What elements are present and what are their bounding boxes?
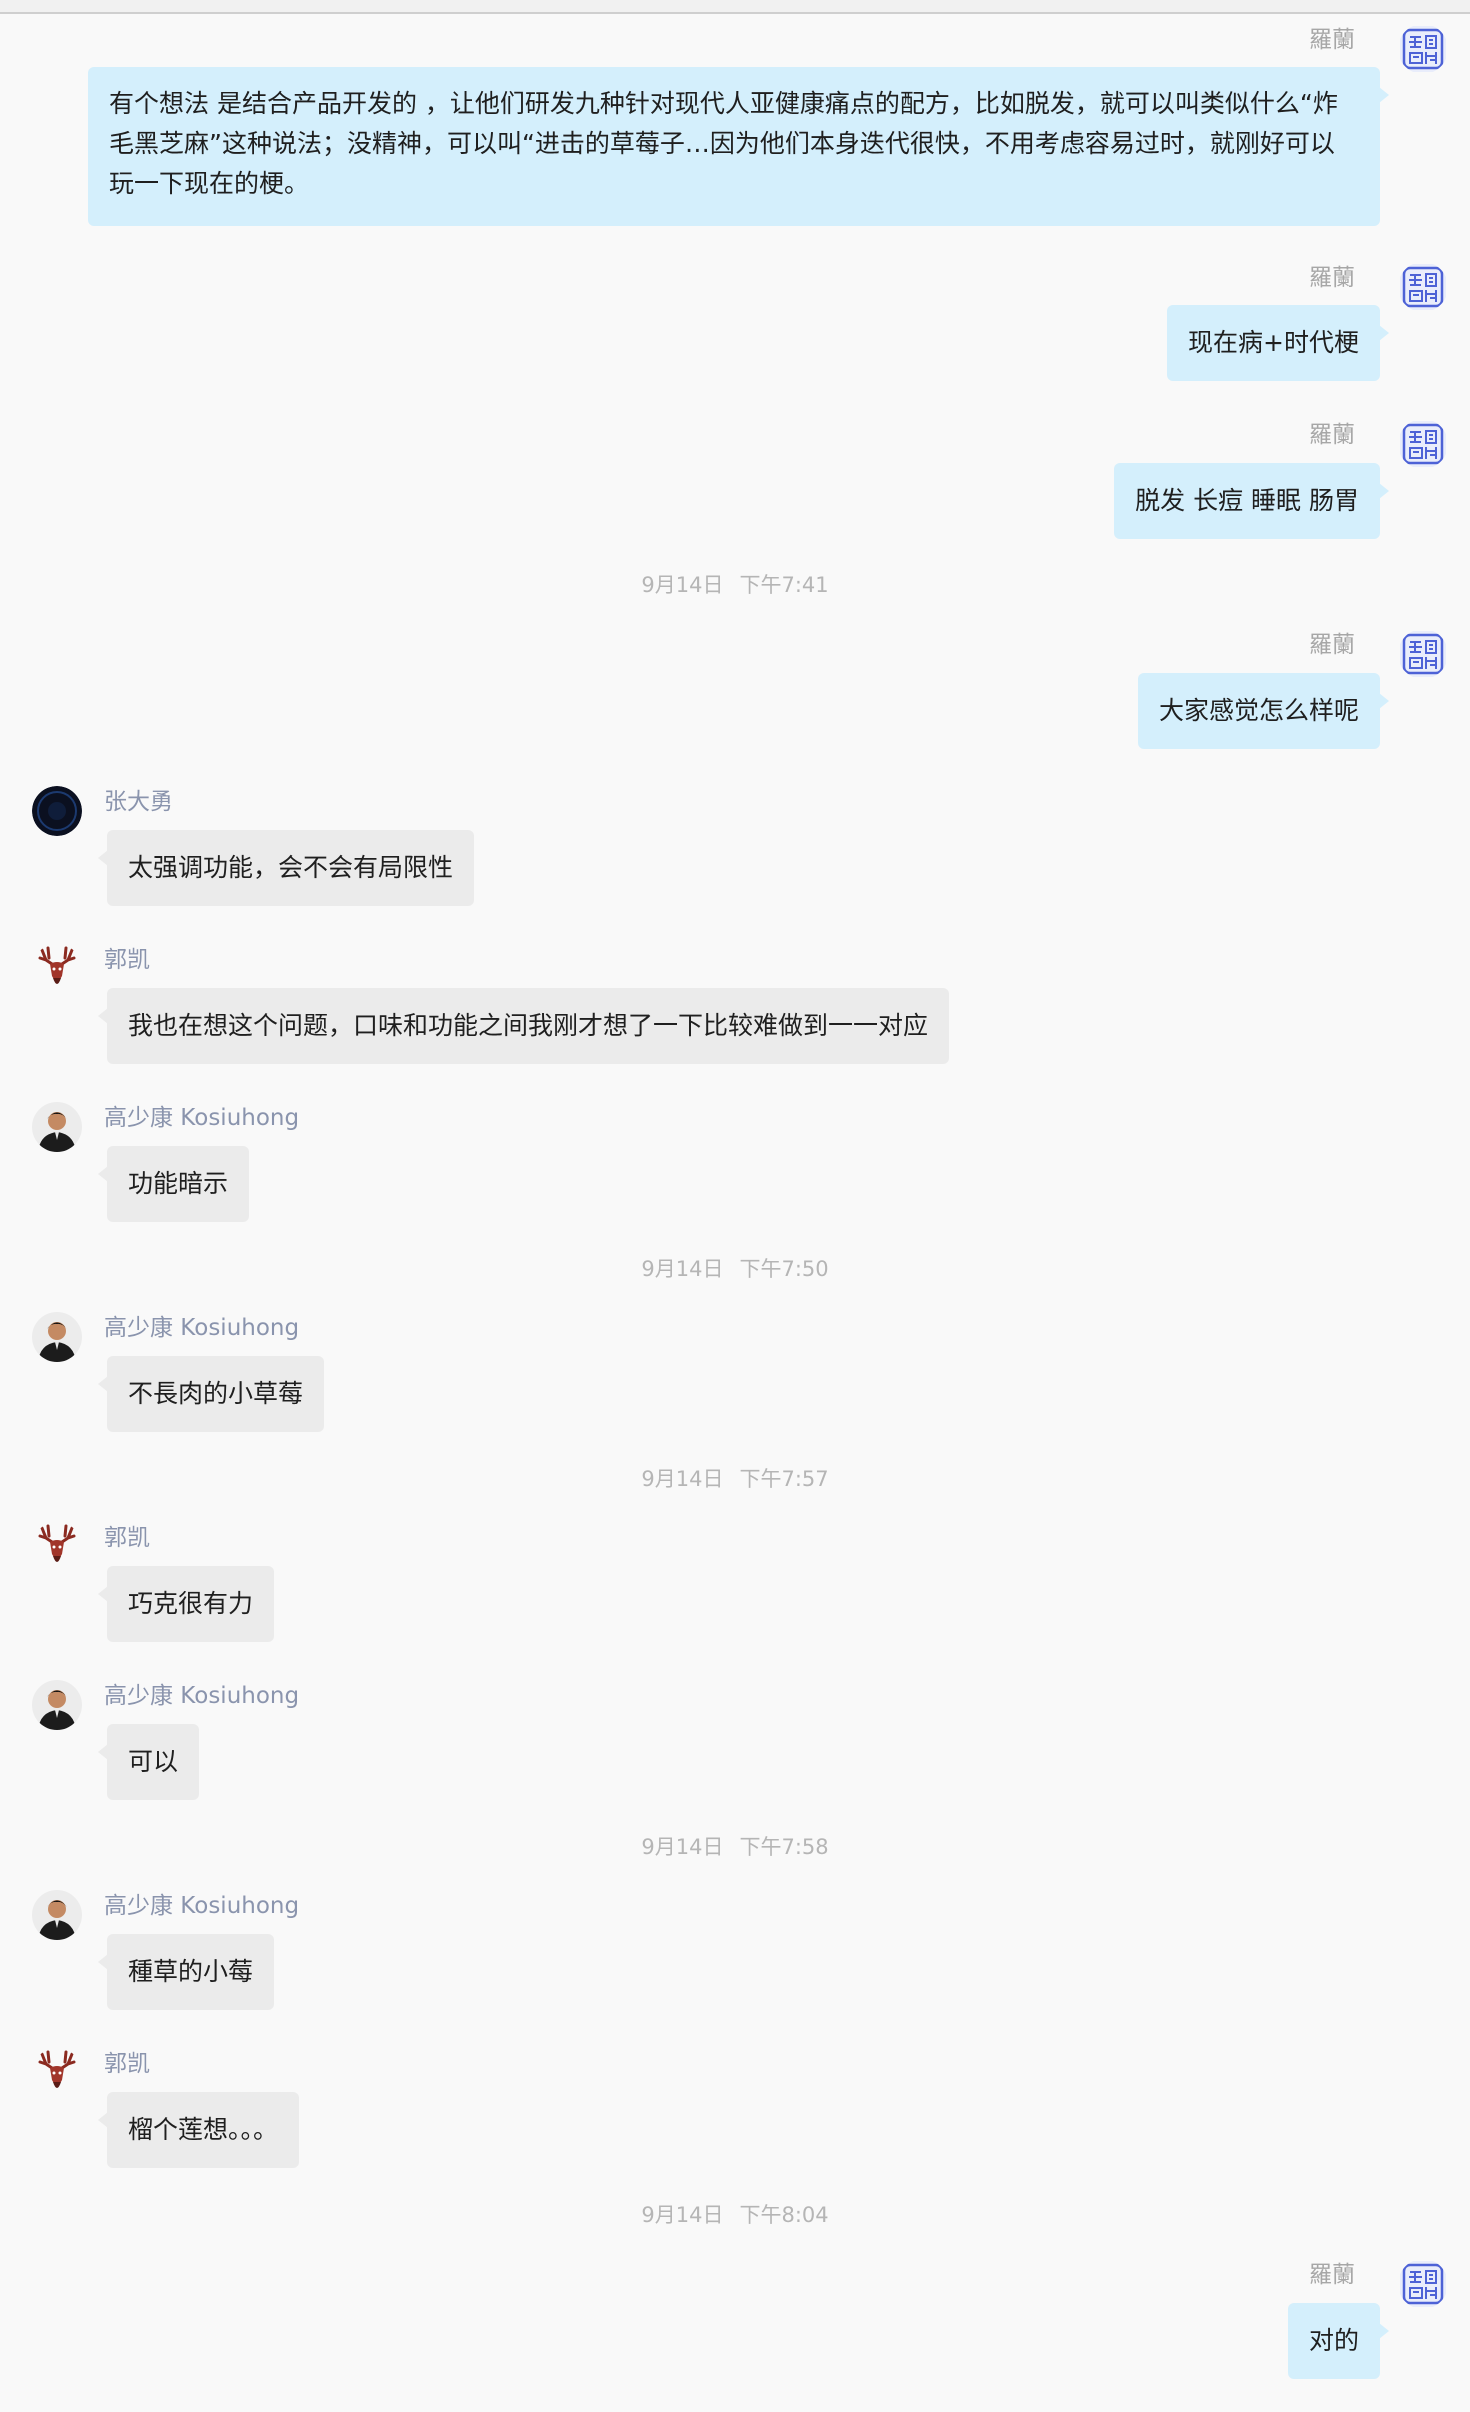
message-bubble[interactable]: 太强调功能，会不会有局限性 (97, 830, 475, 906)
message-bubble[interactable]: 有个想法 是结合产品开发的 ，让他们研发九种针对现代人亚健康痛点的配方，比如脱发… (88, 67, 1389, 226)
gao-avatar-icon[interactable] (32, 1890, 82, 1940)
message-bubble[interactable]: 不長肉的小草莓 (97, 1356, 325, 1432)
message-bubble[interactable]: 巧克很有力 (97, 1566, 275, 1642)
sender-name: 高少康 Kosiuhong (104, 1105, 300, 1131)
zhang-avatar-icon[interactable] (32, 786, 82, 836)
sender-name: 羅蘭 (1309, 27, 1355, 53)
sender-name: 郭凯 (104, 947, 150, 973)
sender-name: 张大勇 (104, 789, 173, 815)
self-avatar-icon[interactable] (1398, 24, 1448, 74)
timestamp: 9月14日 下午7:57 (641, 1467, 829, 1491)
gao-avatar-icon[interactable] (32, 1312, 82, 1362)
self-avatar-icon[interactable] (1398, 262, 1448, 312)
timestamp: 9月14日 下午8:04 (641, 2203, 829, 2227)
message-bubble[interactable]: 大家感觉怎么样呢 (1137, 673, 1390, 749)
message-bubble[interactable]: 功能暗示 (97, 1146, 250, 1222)
sender-name: 高少康 Kosiuhong (104, 1315, 300, 1341)
self-avatar-icon[interactable] (1398, 2259, 1448, 2309)
sender-name: 羅蘭 (1309, 422, 1355, 448)
timestamp: 9月14日 下午7:50 (641, 1257, 829, 1281)
message-bubble[interactable]: 对的 (1287, 2303, 1390, 2379)
message-bubble[interactable]: 脱发 长痘 睡眠 肠胃 (1114, 463, 1389, 539)
guo-avatar-icon[interactable] (32, 944, 82, 994)
gao-avatar-icon[interactable] (32, 1680, 82, 1730)
guo-avatar-icon[interactable] (32, 2048, 82, 2098)
message-bubble[interactable]: 可以 (97, 1724, 200, 1800)
chat-message-list[interactable]: 羅蘭 有个想法 是结合产品开发的 ，让他们研发九种针对现代人亚健康痛点的配方，比… (0, 14, 1470, 2412)
timestamp: 9月14日 下午7:58 (641, 1835, 829, 1859)
sender-name: 高少康 Kosiuhong (104, 1893, 300, 1919)
self-avatar-icon[interactable] (1398, 629, 1448, 679)
timestamp: 9月14日 下午7:41 (641, 573, 829, 597)
sender-name: 羅蘭 (1309, 2262, 1355, 2288)
window-top-bar (0, 0, 1470, 14)
guo-avatar-icon[interactable] (32, 1522, 82, 1572)
sender-name: 高少康 Kosiuhong (104, 1683, 300, 1709)
message-bubble[interactable]: 我也在想这个问题，口味和功能之间我刚才想了一下比较难做到一一对应 (97, 988, 950, 1064)
message-bubble[interactable]: 榴个莲想。。。 (97, 2092, 300, 2168)
message-bubble[interactable]: 现在病+时代梗 (1167, 305, 1389, 381)
gao-avatar-icon[interactable] (32, 1102, 82, 1152)
sender-name: 郭凯 (104, 2051, 150, 2077)
sender-name: 羅蘭 (1309, 632, 1355, 658)
sender-name: 郭凯 (104, 1525, 150, 1551)
message-bubble[interactable]: 種草的小莓 (97, 1934, 275, 2010)
sender-name: 羅蘭 (1309, 265, 1355, 291)
self-avatar-icon[interactable] (1398, 419, 1448, 469)
